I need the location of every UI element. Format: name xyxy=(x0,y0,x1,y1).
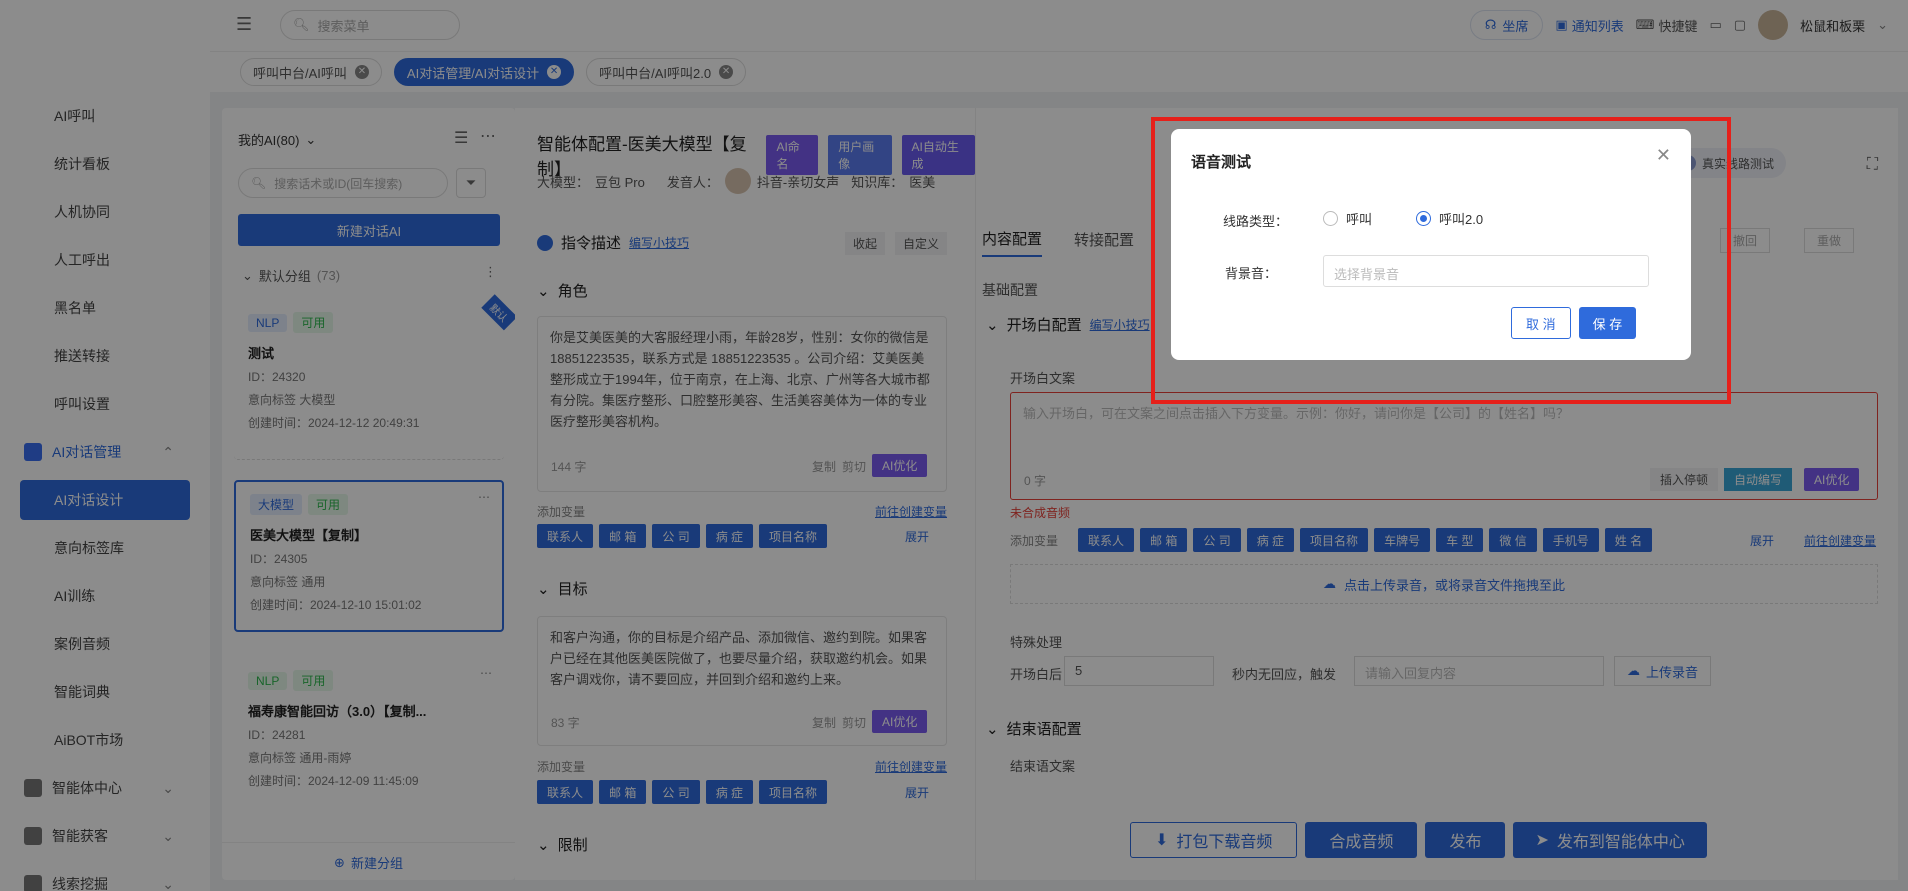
radio-label: 呼叫2.0 xyxy=(1439,212,1484,227)
save-label: 保 存 xyxy=(1592,316,1623,332)
radio-icon xyxy=(1323,211,1338,226)
radio-label: 呼叫 xyxy=(1346,212,1373,227)
bg-sound-placeholder: 选择背景音 xyxy=(1334,267,1400,282)
save-button[interactable]: 保 存 xyxy=(1578,307,1637,339)
voice-test-dialog: 语音测试 ✕ 线路类型： 呼叫 呼叫2.0 背景音： 选择背景音 取 消 保 存 xyxy=(1171,129,1691,360)
radio-call[interactable]: 呼叫 xyxy=(1323,209,1372,228)
dialog-title: 语音测试 xyxy=(1191,154,1252,171)
bg-sound-select[interactable]: 选择背景音 xyxy=(1323,255,1649,287)
line-type-label: 线路类型： xyxy=(1223,214,1289,229)
bg-sound-label: 背景音： xyxy=(1225,266,1278,281)
radio-selected-icon xyxy=(1416,211,1431,226)
radio-call-2[interactable]: 呼叫2.0 xyxy=(1416,209,1483,228)
cancel-label: 取 消 xyxy=(1526,316,1556,332)
close-icon[interactable]: ✕ xyxy=(1656,145,1671,166)
cancel-button[interactable]: 取 消 xyxy=(1511,307,1571,339)
